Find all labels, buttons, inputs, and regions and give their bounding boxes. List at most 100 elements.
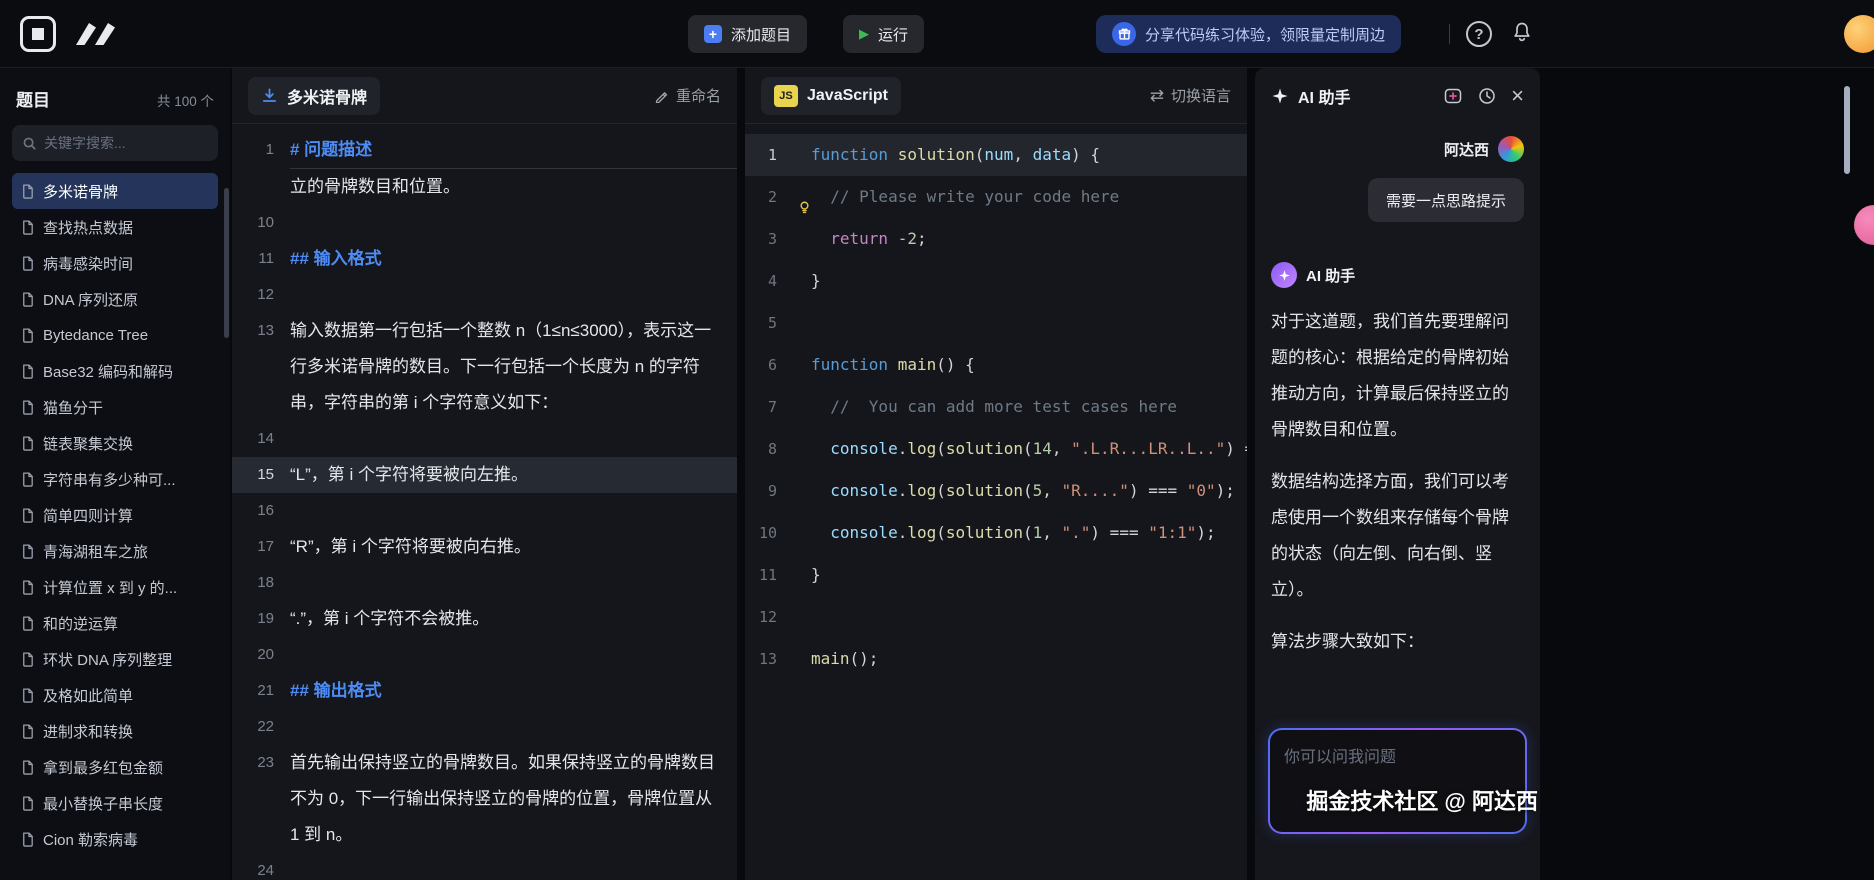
sidebar-scrollbar-thumb[interactable] [224,188,229,338]
sidebar-item[interactable]: 字符串有多少种可... [12,461,218,497]
code-line[interactable]: 2 // Please write your code here [745,176,1247,218]
code-line[interactable]: 1 function solution(num, data) { [745,134,1247,176]
sidebar-item[interactable]: 进制求和转换 [12,713,218,749]
markdown-line[interactable]: 16 [232,493,737,529]
sidebar-item[interactable]: Base32 编码和解码 [12,353,218,389]
markdown-text: “.”，第 i 个字符不会被推。 [290,609,490,628]
markdown-line[interactable]: 17 “R”，第 i 个字符将要被向右推。 [232,529,737,565]
sidebar-item[interactable]: 和的逆运算 [12,605,218,641]
sidebar-item-label: 进制求和转换 [43,723,134,741]
problem-list: 多米诺骨牌 查找热点数据 病毒感染时间 DNA 序列还原 Bytedance Tree B… [12,173,218,857]
sidebar-item[interactable]: 简单四则计算 [12,497,218,533]
code-line[interactable]: 10 console.log(solution(1, ".") === "1:1… [745,512,1247,554]
sidebar-item[interactable]: Cion 勒索病毒 [12,821,218,857]
sidebar-item[interactable]: 最小替换子串长度 [12,785,218,821]
sidebar-item[interactable]: 拿到最多红包金额 [12,749,218,785]
sidebar-item[interactable]: 环状 DNA 序列整理 [12,641,218,677]
ai-input-box[interactable] [1268,728,1527,834]
hint-request-bubble[interactable]: 需要一点思路提示 [1367,178,1524,222]
markdown-line[interactable]: 18 [232,565,737,601]
sidebar-item[interactable]: 猫鱼分干 [12,389,218,425]
markdown-line[interactable]: 19 “.”，第 i 个字符不会被推。 [232,601,737,637]
sidebar-item[interactable]: DNA 序列还原 [12,281,218,317]
markdown-line[interactable]: 24 [232,853,737,880]
line-number: 5 [767,314,777,332]
sidebar-item[interactable]: 多米诺骨牌 [12,173,218,209]
markdown-line[interactable]: 23 首先输出保持竖立的骨牌数目。如果保持竖立的骨牌数目不为 0，下一行输出保持竖… [232,745,737,853]
juejin-logo-icon[interactable] [70,18,122,53]
line-number: 18 [257,574,274,591]
document-icon [20,795,35,812]
history-clock-icon[interactable] [1477,86,1497,106]
add-problem-button[interactable]: + 添加题目 [688,15,808,53]
line-number: 20 [257,646,274,663]
sidebar-item-label: Cion 勒索病毒 [43,831,139,849]
document-icon [20,579,35,596]
problem-title-chip[interactable]: 多米诺骨牌 [248,76,381,115]
code-line[interactable]: 12 [745,596,1247,638]
markdown-line[interactable]: 立的骨牌数目和位置。 [232,169,737,205]
sidebar-item[interactable]: 链表聚集交换 [12,425,218,461]
floating-action-button[interactable] [1854,205,1874,245]
topbar-divider [1449,24,1450,44]
code-line[interactable]: 9 console.log(solution(5, "R....") === "… [745,470,1247,512]
line-number: 10 [257,214,274,231]
document-icon [20,219,35,236]
notifications-bell-icon[interactable] [1510,20,1534,49]
markdown-line[interactable]: 21 ## 输出格式 [232,673,737,709]
sidebar-item[interactable]: 青海湖租车之旅 [12,533,218,569]
language-chip[interactable]: JS JavaScript [761,76,901,115]
sidebar-item[interactable]: Bytedance Tree [12,317,218,353]
user-avatar[interactable] [1844,15,1874,53]
language-name: JavaScript [807,86,888,104]
ai-question-input[interactable] [1270,730,1525,832]
markdown-line[interactable]: 20 [232,637,737,673]
document-icon [20,363,35,380]
sidebar-item[interactable]: 及格如此简单 [12,677,218,713]
code-line[interactable]: 13 main(); [745,638,1247,680]
search-box[interactable] [12,125,218,161]
sidebar-item[interactable]: 病毒感染时间 [12,245,218,281]
line-number: 1 [767,146,777,164]
share-banner[interactable]: 分享代码练习体验，领限量定制周边 [1096,15,1402,53]
sidebar-item-label: 拿到最多红包金额 [43,759,164,777]
new-chat-icon[interactable] [1443,86,1463,106]
markdown-line[interactable]: 1 # 问题描述 [232,132,737,169]
sidebar-item-label: 计算位置 x 到 y 的... [43,579,178,597]
code-line[interactable]: 8 console.log(solution(14, ".L.R...LR..L… [745,428,1247,470]
markdown-line[interactable]: 13 输入数据第一行包括一个整数 n（1≤n≤3000），表示这一行多米诺骨牌的数… [232,313,737,421]
line-number: 9 [767,482,777,500]
markdown-line[interactable]: 15 “L”，第 i 个字符将要被向左推。 [232,457,737,493]
markdown-line[interactable]: 10 [232,205,737,241]
app-logo-inner [32,28,44,40]
help-icon[interactable]: ? [1466,21,1492,47]
close-icon[interactable]: × [1511,85,1524,107]
markdown-line[interactable]: 14 [232,421,737,457]
line-number: 12 [758,608,777,626]
app-logo-icon[interactable] [20,16,56,52]
code-line[interactable]: 7 // You can add more test cases here [745,386,1247,428]
markdown-line[interactable]: 11 ## 输入格式 [232,241,737,277]
markdown-line[interactable]: 22 [232,709,737,745]
code-line[interactable]: 5 [745,302,1247,344]
markdown-line[interactable]: 12 [232,277,737,313]
switch-language-button[interactable]: ⇄ 切换语言 [1150,85,1231,106]
code-text: console.log(solution(1, ".") === "1:1"); [830,523,1216,542]
code-line[interactable]: 6 function main() { [745,344,1247,386]
code-line[interactable]: 3 return -2; [745,218,1247,260]
sidebar-item[interactable]: 计算位置 x 到 y 的... [12,569,218,605]
rename-button[interactable]: 重命名 [654,85,721,106]
page-scrollbar-thumb[interactable] [1844,86,1850,174]
code-line[interactable]: 11} [745,554,1247,596]
sidebar-item[interactable]: 查找热点数据 [12,209,218,245]
code-editor[interactable]: 1 function solution(num, data) {2 // Plea… [745,124,1247,680]
document-icon [20,471,35,488]
search-input[interactable] [44,135,208,151]
code-text: console.log(solution(14, ".L.R...LR..L..… [830,439,1247,458]
run-button[interactable]: ▶ 运行 [843,15,925,53]
markdown-editor[interactable]: 1 # 问题描述 立的骨牌数目和位置。 10 11 ## 输入格式 12 13 输入数据第一行包… [232,124,737,880]
code-line[interactable]: 4} [745,260,1247,302]
document-icon [20,723,35,740]
sidebar-item-label: 链表聚集交换 [43,435,134,453]
